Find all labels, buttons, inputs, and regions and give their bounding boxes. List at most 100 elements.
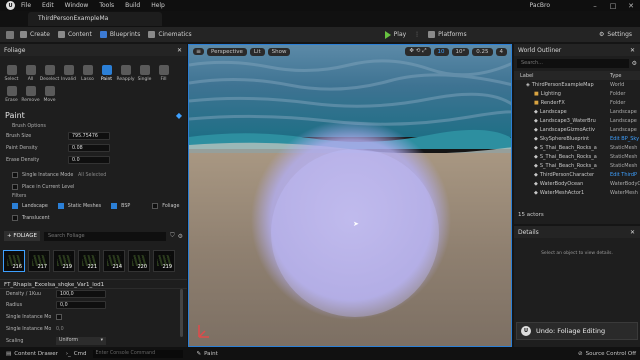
- close-tab-icon[interactable]: ✕: [630, 229, 635, 236]
- filter-bsp-checkbox[interactable]: [111, 203, 118, 209]
- foliage-thumb[interactable]: 219: [153, 250, 175, 272]
- outliner-row-world[interactable]: ◈ ThirdPersonExampleMap World: [514, 80, 640, 89]
- perspective-button[interactable]: Perspective: [207, 47, 247, 56]
- mode-remove[interactable]: Remove: [21, 86, 40, 103]
- filter-icon[interactable]: ⛉: [170, 232, 175, 240]
- mode-invalid[interactable]: Invalid: [59, 65, 78, 82]
- paint-density-input[interactable]: 0.08: [68, 144, 110, 152]
- scale-snap-button[interactable]: 0.25: [472, 47, 493, 56]
- mode-lasso[interactable]: Lasso: [78, 65, 97, 82]
- single-instance-checkbox[interactable]: [56, 314, 62, 320]
- camera-speed-button[interactable]: 4: [495, 47, 507, 56]
- cmd-dropdown[interactable]: ›_ Cmd: [66, 351, 87, 357]
- single-instance-mode-value[interactable]: 0,0: [56, 327, 64, 332]
- brush-options-header[interactable]: Brush Options: [0, 123, 187, 130]
- outliner-row-actor[interactable]: ◆ S_Thai_Beach_Rocks_a StaticMesh: [514, 152, 640, 161]
- outliner-row-actor[interactable]: ◆ WaterMeshActor1 WaterMesh: [514, 188, 640, 197]
- outliner-row-type[interactable]: Edit ThirdP: [610, 172, 637, 178]
- mode-deselect[interactable]: Deselect: [40, 65, 59, 82]
- close-icon[interactable]: ✕: [622, 2, 640, 10]
- foliage-thumb[interactable]: 219: [53, 250, 75, 272]
- outliner-row-folder[interactable]: ■ RenderFX Folder: [514, 98, 640, 107]
- transform-tools[interactable]: ✥ ⟲ ⤢: [405, 47, 431, 56]
- create-button[interactable]: Create: [20, 31, 50, 38]
- lit-button[interactable]: Lit: [249, 47, 265, 56]
- place-in-level-checkbox[interactable]: [12, 184, 18, 190]
- grid-snap-button[interactable]: 10: [433, 47, 449, 56]
- brush-size-input[interactable]: 795.75476: [68, 132, 110, 140]
- foliage-thumb[interactable]: 217: [28, 250, 50, 272]
- source-control-status[interactable]: ⊘ Source Control Off: [578, 351, 636, 357]
- rotation-snap-button[interactable]: 10°: [451, 47, 470, 56]
- foliage-thumb[interactable]: 220: [128, 250, 150, 272]
- menu-edit[interactable]: Edit: [42, 2, 54, 9]
- play-button[interactable]: Play: [384, 30, 406, 39]
- outliner-row-actor[interactable]: ◆ LandscapeGizmoActiv Landscape: [514, 125, 640, 134]
- menu-build[interactable]: Build: [125, 2, 140, 9]
- paint-settings-icon[interactable]: ◆: [176, 111, 182, 120]
- maximize-icon[interactable]: □: [604, 2, 622, 10]
- mode-reapply[interactable]: Reapply: [116, 65, 135, 82]
- unreal-logo-icon[interactable]: U: [6, 1, 15, 10]
- menu-tools[interactable]: Tools: [99, 2, 114, 9]
- settings-button[interactable]: ⚙ Settings: [599, 31, 632, 38]
- cinematics-button[interactable]: Cinematics: [148, 31, 192, 38]
- add-foliage-button[interactable]: + FOLIAGE: [4, 231, 40, 241]
- foliage-thumb[interactable]: 221: [78, 250, 100, 272]
- level-viewport[interactable]: ≡ Perspective Lit Show ✥ ⟲ ⤢ 10 10° 0.25…: [188, 44, 512, 347]
- filter-landscape-checkbox[interactable]: [12, 203, 18, 209]
- filter-static-meshes-label: Static Meshes: [67, 203, 102, 209]
- outliner-row-actor[interactable]: ◆ S_Thai_Beach_Rocks_a StaticMesh: [514, 143, 640, 152]
- foliage-settings-icon[interactable]: ⚙: [178, 233, 183, 240]
- play-options-icon[interactable]: ⋮: [414, 31, 420, 38]
- close-tab-icon[interactable]: ✕: [630, 47, 635, 54]
- console-input[interactable]: Enter Console Command: [92, 349, 183, 358]
- scaling-dropdown[interactable]: Uniform ▾: [56, 337, 106, 345]
- all-selected-dropdown[interactable]: All Selected: [78, 173, 106, 178]
- filter-foliage-checkbox[interactable]: [152, 203, 159, 209]
- menu-help[interactable]: Help: [151, 2, 165, 9]
- foliage-search-input[interactable]: Search Foliage: [43, 231, 167, 241]
- filter-translucent-checkbox[interactable]: [12, 215, 18, 221]
- outliner-row-actor[interactable]: ◆ ThirdPersonCharacter Edit ThirdP: [514, 170, 640, 179]
- blueprints-button[interactable]: Blueprints: [99, 31, 140, 38]
- mode-erase[interactable]: Erase: [2, 86, 21, 103]
- outliner-row-actor[interactable]: ◆ SkySphereBlueprint Edit BP_Sky: [514, 134, 640, 143]
- outliner-row-actor[interactable]: ◆ S_Thai_Beach_Rocks_a StaticMesh: [514, 161, 640, 170]
- foliage-thumb[interactable]: 216: [3, 250, 25, 272]
- radius-input[interactable]: 0,0: [56, 301, 106, 309]
- foliage-thumb[interactable]: 214: [103, 250, 125, 272]
- outliner-settings-icon[interactable]: ⚙: [632, 60, 637, 67]
- minimize-icon[interactable]: –: [586, 2, 604, 10]
- mode-paint[interactable]: Paint: [97, 65, 116, 82]
- mode-single[interactable]: Single: [135, 65, 154, 82]
- single-instance-mode-checkbox[interactable]: [12, 172, 18, 178]
- viewport-menu-icon[interactable]: ≡: [193, 48, 205, 55]
- outliner-search-input[interactable]: Search...: [517, 59, 629, 68]
- content-drawer-button[interactable]: ▤ Content Drawer: [6, 351, 58, 357]
- filters-header[interactable]: Filters: [0, 193, 187, 200]
- erase-density-input[interactable]: 0.0: [68, 156, 110, 164]
- content-button[interactable]: Content: [57, 31, 92, 38]
- menu-window[interactable]: Window: [65, 2, 89, 9]
- menu-file[interactable]: File: [21, 2, 31, 9]
- level-tab[interactable]: ThirdPersonExampleMa: [28, 12, 162, 26]
- close-tab-icon[interactable]: ✕: [177, 47, 182, 54]
- label-column-header[interactable]: Label: [520, 73, 534, 79]
- foliage-scrollbar[interactable]: [180, 289, 183, 337]
- show-button[interactable]: Show: [267, 47, 291, 56]
- filter-static-meshes-checkbox[interactable]: [57, 203, 64, 209]
- mode-move[interactable]: Move: [40, 86, 59, 103]
- outliner-row-folder[interactable]: ■ Lighting Folder: [514, 89, 640, 98]
- outliner-row-type[interactable]: Edit BP_Sky: [610, 136, 639, 142]
- mode-select[interactable]: Select: [2, 65, 21, 82]
- mode-fill[interactable]: Fill: [154, 65, 173, 82]
- save-icon[interactable]: [6, 30, 14, 39]
- mode-all[interactable]: All: [21, 65, 40, 82]
- platforms-button[interactable]: Platforms: [428, 31, 467, 38]
- outliner-row-actor[interactable]: ◆ Landscape3_WaterBru Landscape: [514, 116, 640, 125]
- outliner-row-actor[interactable]: ◆ Landscape Landscape: [514, 107, 640, 116]
- density-input[interactable]: 100,0: [56, 290, 106, 298]
- type-column-header[interactable]: Type: [610, 73, 621, 79]
- outliner-row-actor[interactable]: ◆ WaterBodyOcean WaterBodyO: [514, 179, 640, 188]
